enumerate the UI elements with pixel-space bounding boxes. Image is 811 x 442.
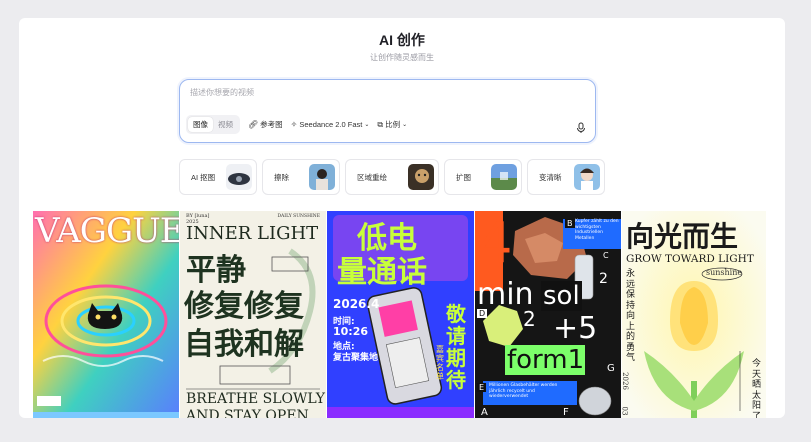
gallery-card-grow-toward-light[interactable]: 向光而生 GROW TOWARD LIGHT sunshine 永远保持向上的勇… — [622, 211, 766, 418]
card4-letter-e: E — [477, 383, 487, 392]
ratio-label: 比例 — [385, 120, 401, 129]
card4-letter-a: A — [481, 407, 488, 418]
gallery-card-minerals[interactable]: 4 min sol 2 2 +5 form1 B Kupfer zählt zu… — [475, 211, 621, 418]
aspect-ratio-icon: ⧉ — [377, 119, 384, 129]
inspiration-gallery: VAGGUE BY [luna] 2025 DAILY SUNSHINE INN… — [33, 211, 785, 418]
card4-plus5: +5 — [553, 311, 598, 346]
card3-side2: 嘉宾名单 — [436, 345, 444, 381]
microphone-icon[interactable] — [575, 122, 587, 134]
chip-label: 扩图 — [456, 172, 471, 182]
card1-masthead: VAGGUE — [35, 211, 179, 251]
gallery-card-inner-light[interactable]: BY [luna] 2025 DAILY SUNSHINE INNER LIGH… — [180, 211, 326, 418]
card5-month: 03 — [622, 406, 629, 416]
model-label: Seedance 2.0 Fast — [299, 120, 363, 129]
chip-outpaint[interactable]: 扩图 — [444, 159, 522, 195]
chip-label: 擦除 — [274, 172, 289, 182]
card4-letter-b: B — [565, 219, 575, 228]
card3-time: 10:26 — [333, 325, 369, 338]
card3-place: 复古聚集地 — [333, 353, 379, 363]
card4-letter-f: F — [563, 407, 569, 418]
card4-box-b: Kupfer zählt zu den wichtigsten Industri… — [575, 219, 619, 241]
reference-button[interactable]: 🔗︎ 参考图 — [248, 119, 283, 130]
ratio-selector[interactable]: ⧉ 比例 ⌄ — [377, 119, 407, 130]
chip-enhance[interactable]: 变清晰 — [527, 159, 605, 195]
chip-thumbnail — [574, 164, 600, 190]
chip-thumbnail — [408, 164, 434, 190]
card3-side1: 敬请期待 — [446, 302, 466, 392]
card2-bottom2: AND STAY OPEN — [186, 408, 309, 418]
card4-letter-g: G — [607, 363, 615, 374]
chip-ai-cutout[interactable]: AI 抠图 — [179, 159, 257, 195]
chip-inpaint[interactable]: 区域重绘 — [345, 159, 439, 195]
prompt-toolbar: 图像 视频 🔗︎ 参考图 ✧ Seedance 2.0 Fast ⌄ ⧉ 比例 … — [186, 115, 407, 134]
chip-label: AI 抠图 — [191, 172, 216, 182]
main-panel: AI 创作 让创作随灵感而生 图像 视频 🔗︎ 参考图 ✧ Seedance 2… — [19, 18, 785, 418]
sparkle-icon: ✧ — [290, 119, 298, 129]
card5-vertical: 永远保持向上的勇气 — [626, 269, 636, 363]
chevron-down-icon: ⌄ — [402, 121, 408, 128]
page-subtitle: 让创作随灵感而生 — [370, 53, 434, 62]
card2-headline: INNER LIGHT — [186, 223, 319, 244]
card4-letter-c: C — [603, 251, 609, 260]
chip-label: 区域重绘 — [357, 172, 387, 182]
chip-thumbnail — [491, 164, 517, 190]
card4-sol: sol — [541, 281, 582, 311]
card4-n2: 2 — [523, 307, 536, 331]
chip-thumbnail — [309, 164, 335, 190]
chip-erase[interactable]: 擦除 — [262, 159, 340, 195]
page-title: AI 创作 — [379, 32, 425, 48]
reference-label: 参考图 — [260, 120, 283, 129]
mode-video-button[interactable]: 视频 — [213, 117, 238, 132]
chip-thumbnail — [226, 164, 252, 190]
card3-date: 2026.4 — [333, 297, 380, 311]
card4-big4: 4 — [477, 211, 513, 276]
card4-letter-d: D — [477, 309, 488, 318]
mode-image-button[interactable]: 图像 — [188, 117, 213, 132]
gallery-card-cat[interactable]: VAGGUE — [33, 211, 179, 418]
card2-bottom1: BREATHE SLOWLY — [186, 391, 326, 407]
tool-chips: AI 抠图 擦除 区域重绘 扩图 变清晰 — [179, 159, 605, 195]
card4-sup2: 2 — [599, 271, 608, 287]
card5-subtitle: GROW TOWARD LIGHT — [626, 253, 754, 265]
card5-title: 向光而生 — [626, 220, 739, 253]
prompt-input[interactable] — [190, 88, 580, 97]
card4-box-e: Millionen Glasbehälter werden jährlich r… — [489, 383, 558, 399]
chip-label: 变清晰 — [539, 172, 562, 182]
card2-top-right: DAILY SUNSHINE — [277, 214, 320, 219]
mode-toggle[interactable]: 图像 视频 — [186, 115, 240, 134]
model-selector[interactable]: ✧ Seedance 2.0 Fast ⌄ — [291, 120, 370, 129]
card2-line3: 自我和解 — [184, 327, 304, 362]
card5-badge: sunshine — [706, 268, 743, 277]
card4-form1: form1 — [507, 345, 585, 375]
card5-year: 2026 — [622, 372, 629, 390]
chevron-down-icon: ⌄ — [364, 121, 370, 128]
paperclip-icon: 🔗︎ — [248, 119, 259, 129]
card3-title2: 量通话 — [337, 255, 427, 290]
prompt-box[interactable]: 图像 视频 🔗︎ 参考图 ✧ Seedance 2.0 Fast ⌄ ⧉ 比例 … — [179, 79, 596, 143]
gallery-card-low-battery[interactable]: 低电 量通话 2026.4 时间: 10:26 地点: 复古聚集地 敬请期待 嘉… — [327, 211, 474, 418]
card5-right-vertical: 今天晒太阳了 — [752, 359, 762, 418]
